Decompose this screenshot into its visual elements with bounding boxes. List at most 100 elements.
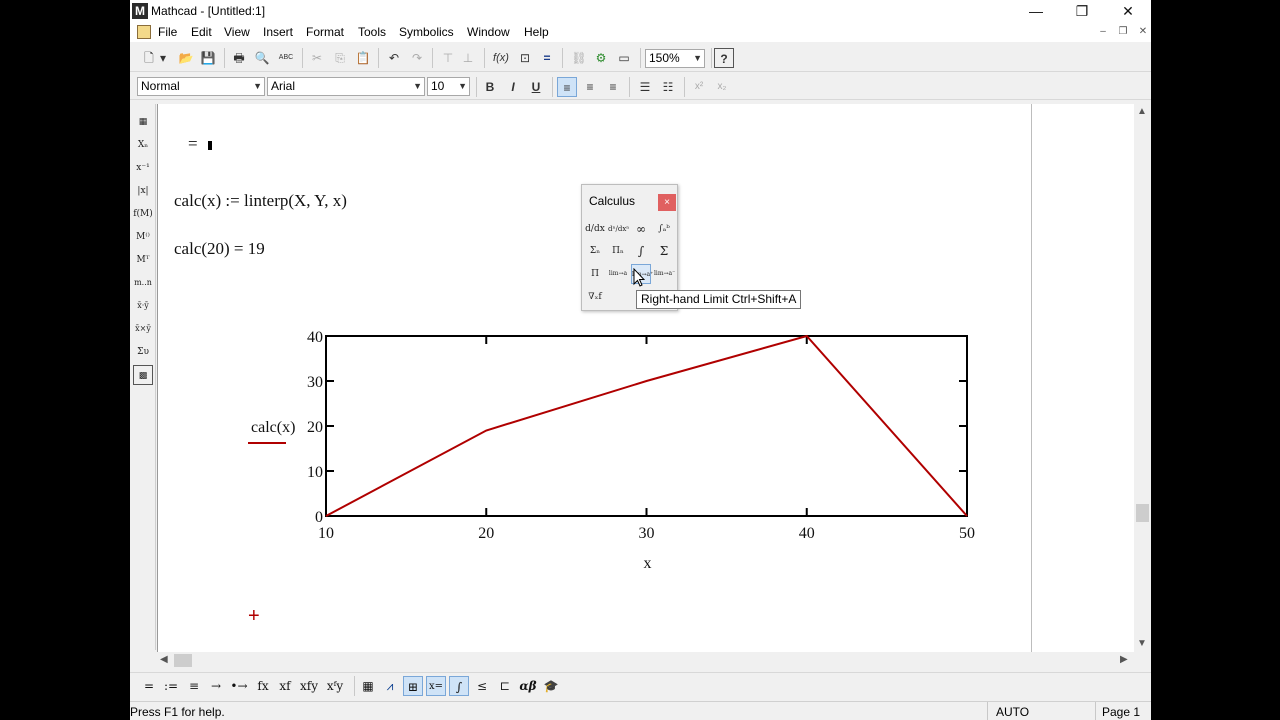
menu-edit[interactable]: Edit xyxy=(191,25,212,39)
menu-format[interactable]: Format xyxy=(306,25,344,39)
scroll-left-icon[interactable]: ◀ xyxy=(160,654,168,665)
evaluation-toolbar-icon[interactable]: x= xyxy=(426,676,446,696)
spell-check-icon[interactable]: ABC xyxy=(276,48,296,68)
insert-hyperlink-icon[interactable]: ⛓ xyxy=(569,48,589,68)
infix-icon[interactable]: xfy xyxy=(296,676,322,696)
greek-toolbar-icon[interactable]: αβ xyxy=(518,676,538,696)
mdi-minimize-button[interactable]: – xyxy=(1096,26,1110,39)
limit-icon[interactable]: lim→a xyxy=(608,264,628,284)
new-document-icon[interactable]: 🗋 xyxy=(139,48,159,68)
vector-sum-icon[interactable]: Συ xyxy=(133,342,153,362)
product-icon[interactable]: Πₙ xyxy=(608,241,628,261)
superscript-button[interactable]: x² xyxy=(689,77,709,97)
mdi-restore-button[interactable]: ❐ xyxy=(1116,26,1130,39)
range-variable-icon[interactable]: m..n xyxy=(133,273,153,293)
undo-icon[interactable]: ↶ xyxy=(384,48,404,68)
horizontal-scroll-thumb[interactable] xyxy=(174,654,192,667)
menu-help[interactable]: Help xyxy=(524,25,549,39)
inverse-icon[interactable]: x⁻¹ xyxy=(133,158,153,178)
italic-button[interactable]: I xyxy=(503,77,523,97)
infinity-icon[interactable]: ∞ xyxy=(631,219,651,239)
derivative-icon[interactable]: d/dx xyxy=(585,219,605,239)
summation-icon[interactable]: Σₙ xyxy=(585,241,605,261)
function-icon[interactable]: f(M) xyxy=(133,204,153,224)
define-icon[interactable]: := xyxy=(160,676,182,696)
open-icon[interactable]: 📂 xyxy=(176,48,196,68)
align-right-button[interactable]: ≡ xyxy=(603,77,623,97)
vertical-scrollbar[interactable]: ▲ ▼ xyxy=(1134,104,1151,652)
new-dropdown-icon[interactable]: ▾ xyxy=(157,48,169,68)
document-icon[interactable] xyxy=(137,25,151,39)
redo-icon[interactable]: ↷ xyxy=(407,48,427,68)
gradient-icon[interactable]: ∇ₓf xyxy=(585,287,605,307)
align-center-button[interactable]: ≡ xyxy=(580,77,600,97)
prefix-icon[interactable]: fx xyxy=(252,676,274,696)
maximize-button[interactable]: ❐ xyxy=(1059,0,1105,22)
picture-icon[interactable]: ▩ xyxy=(133,365,153,385)
dot-product-icon[interactable]: x̄·ȳ xyxy=(133,296,153,316)
insert-function-icon[interactable]: f(x) xyxy=(491,48,511,68)
help-icon[interactable]: ? xyxy=(714,48,734,68)
print-preview-icon[interactable]: 🔍 xyxy=(252,48,272,68)
zoom-select[interactable]: 150% ▼ xyxy=(645,49,705,68)
save-icon[interactable]: 💾 xyxy=(198,48,218,68)
bold-button[interactable]: B xyxy=(480,77,500,97)
superscript-matrix-icon[interactable]: M⁽⁾ xyxy=(133,227,153,247)
horizontal-scrollbar[interactable]: ◀ ▶ xyxy=(157,652,1134,669)
font-select[interactable]: Arial ▼ xyxy=(267,77,425,96)
menu-tools[interactable]: Tools xyxy=(358,25,386,39)
left-limit-icon[interactable]: lim→a⁻ xyxy=(654,264,675,284)
evaluate-icon[interactable]: = xyxy=(138,676,160,696)
treefix-icon[interactable]: xᶠy xyxy=(322,676,348,696)
scroll-up-icon[interactable]: ▲ xyxy=(1137,106,1147,117)
matrix-toolbar-icon[interactable]: ⊞ xyxy=(403,676,423,696)
graph-toolbar-icon[interactable]: ⩘ xyxy=(380,676,400,696)
menu-file[interactable]: File xyxy=(158,25,177,39)
indefinite-integral-icon[interactable]: ∫ xyxy=(631,241,651,261)
menu-window[interactable]: Window xyxy=(467,25,510,39)
cut-icon[interactable]: ✂ xyxy=(307,48,327,68)
numbering-button[interactable]: ☷ xyxy=(658,77,678,97)
boolean-toolbar-icon[interactable]: ≤ xyxy=(472,676,492,696)
symbolic-eval-icon[interactable]: → xyxy=(205,676,227,696)
bullets-button[interactable]: ☰ xyxy=(635,77,655,97)
close-icon[interactable]: × xyxy=(658,194,676,211)
calculate-icon[interactable]: = xyxy=(537,48,557,68)
resource-center-icon[interactable]: ▭ xyxy=(614,48,634,68)
menu-symbolics[interactable]: Symbolics xyxy=(399,25,454,39)
size-select[interactable]: 10 ▼ xyxy=(427,77,470,96)
transpose-icon[interactable]: Mᵀ xyxy=(133,250,153,270)
print-icon[interactable]: 🖶 xyxy=(229,48,249,68)
calculus-toolbar-icon[interactable]: ∫ xyxy=(449,676,469,696)
range-product-icon[interactable]: Π xyxy=(585,264,605,284)
menu-view[interactable]: View xyxy=(224,25,250,39)
definite-integral-icon[interactable]: ∫ₐᵇ xyxy=(654,219,674,239)
align-left-button[interactable]: ≡ xyxy=(557,77,577,97)
subscript-icon[interactable]: Xₙ xyxy=(133,135,153,155)
nth-derivative-icon[interactable]: dⁿ/dxⁿ xyxy=(608,219,629,239)
calculator-toolbar-icon[interactable]: ▦ xyxy=(358,676,378,696)
scroll-down-icon[interactable]: ▼ xyxy=(1137,638,1147,649)
menu-insert[interactable]: Insert xyxy=(263,25,293,39)
subscript-button[interactable]: x₂ xyxy=(712,77,732,97)
postfix-icon[interactable]: xf xyxy=(274,676,296,696)
calculator-icon[interactable]: ▦ xyxy=(133,112,153,132)
paste-icon[interactable]: 📋 xyxy=(353,48,373,68)
symbolic-toolbar-icon[interactable]: 🎓 xyxy=(541,676,561,696)
cross-product-icon[interactable]: x̄×ȳ xyxy=(133,319,153,339)
mdi-close-button[interactable]: ✕ xyxy=(1136,26,1150,39)
component-wizard-icon[interactable]: ⚙ xyxy=(591,48,611,68)
minimize-button[interactable]: — xyxy=(1013,0,1059,22)
insert-unit-icon[interactable]: ⊡ xyxy=(515,48,535,68)
global-define-icon[interactable]: ≡ xyxy=(183,676,205,696)
close-button[interactable]: ✕ xyxy=(1105,0,1151,22)
scroll-right-icon[interactable]: ▶ xyxy=(1120,654,1128,665)
vertical-scroll-thumb[interactable] xyxy=(1136,504,1149,522)
underline-button[interactable]: U xyxy=(526,77,546,97)
absolute-value-icon[interactable]: |x| xyxy=(133,181,153,201)
align-across-icon[interactable]: ⊤ xyxy=(438,48,458,68)
keyword-symbolic-icon[interactable]: •→ xyxy=(228,676,250,696)
style-select[interactable]: Normal ▼ xyxy=(137,77,265,96)
copy-icon[interactable]: ⎘ xyxy=(330,48,350,68)
programming-toolbar-icon[interactable]: ⊏ xyxy=(495,676,515,696)
